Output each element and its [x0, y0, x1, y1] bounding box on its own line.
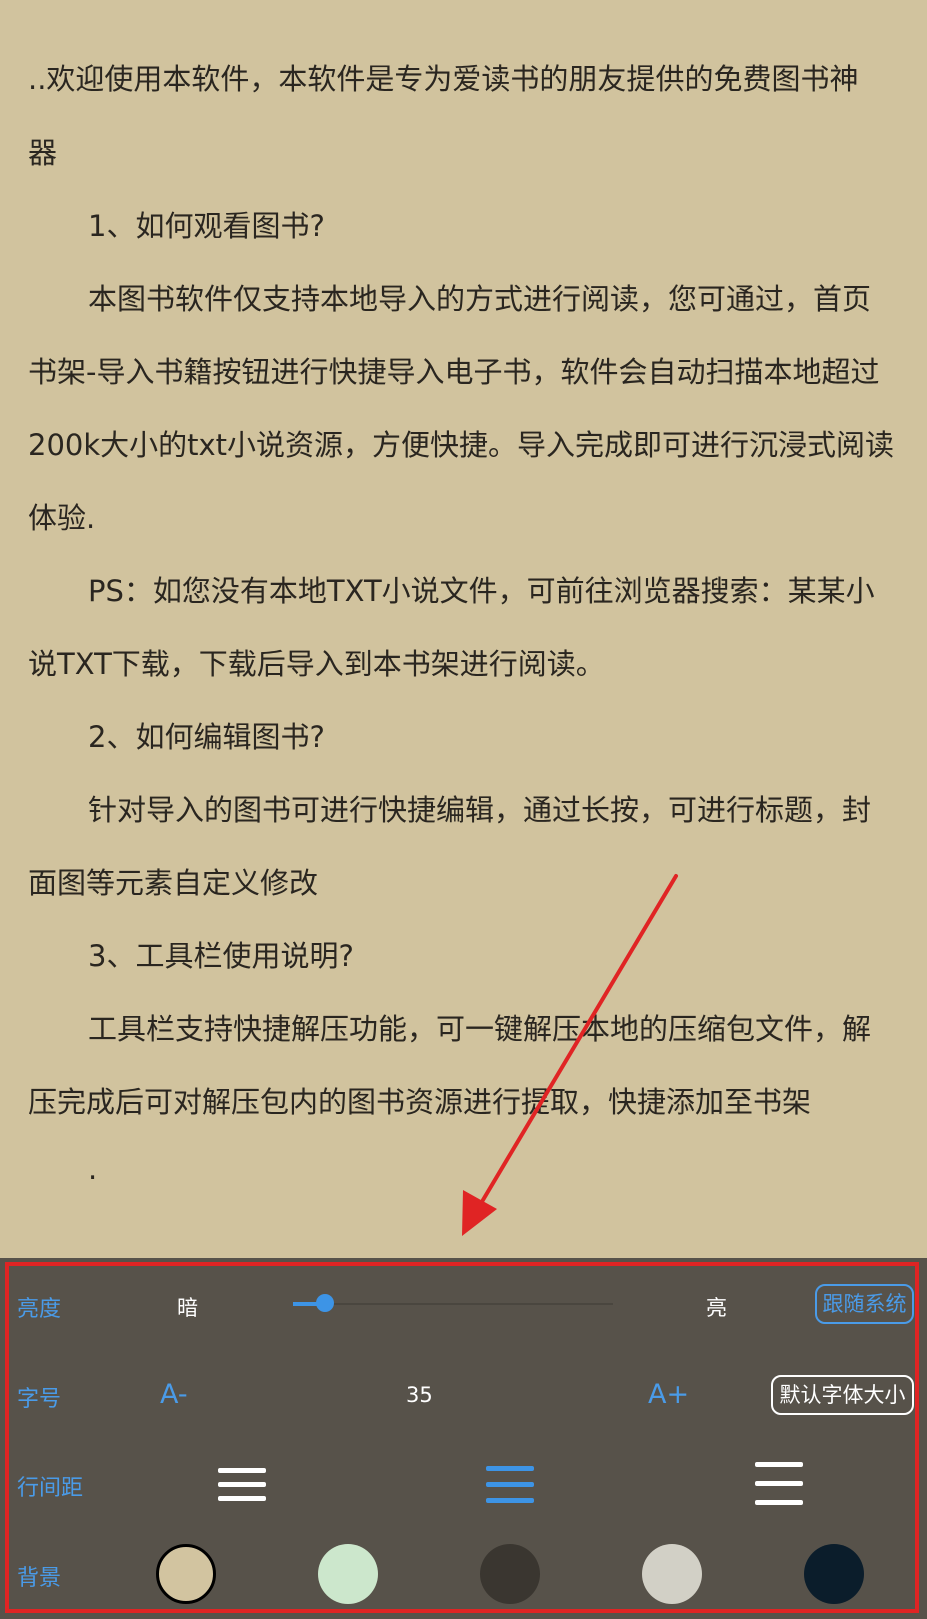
background-swatch-dark[interactable]	[480, 1544, 540, 1604]
paragraph-line: .	[88, 1152, 98, 1186]
line-spacing-medium-icon[interactable]	[486, 1466, 534, 1512]
line-spacing-compact-icon[interactable]	[218, 1468, 266, 1510]
paragraph-line: PS：如您没有本地TXT小说文件，可前往浏览器搜索：某某小	[88, 574, 875, 608]
section-heading: 1、如何观看图书?	[88, 209, 325, 243]
brightness-label: 亮度	[17, 1297, 62, 1322]
section-heading: 2、如何编辑图书?	[88, 720, 325, 754]
background-swatch-green[interactable]	[318, 1544, 378, 1604]
paragraph-line: ..欢迎使用本软件，本软件是专为爱读书的朋友提供的免费图书神	[28, 62, 859, 96]
paragraph-line: 面图等元素自定义修改	[28, 866, 319, 900]
paragraph-line: 200k大小的txt小说资源，方便快捷。导入完成即可进行沉浸式阅读	[28, 428, 895, 462]
brightness-slider[interactable]	[293, 1303, 613, 1305]
default-font-size-button[interactable]: 默认字体大小	[771, 1375, 914, 1415]
reader-page[interactable]: ..欢迎使用本软件，本软件是专为爱读书的朋友提供的免费图书神 器 1、如何观看图…	[0, 0, 927, 1258]
paragraph-line: 本图书软件仅支持本地导入的方式进行阅读，您可通过，首页	[88, 282, 872, 316]
paragraph-line: 压完成后可对解压包内的图书资源进行提取，快捷添加至书架	[28, 1085, 812, 1119]
paragraph-line: 工具栏支持快捷解压功能，可一键解压本地的压缩包文件，解	[88, 1012, 872, 1046]
section-heading: 3、工具栏使用说明?	[88, 939, 354, 973]
background-swatch-beige[interactable]	[156, 1544, 216, 1604]
font-decrease-button[interactable]: A-	[160, 1379, 188, 1410]
background-swatch-gray[interactable]	[642, 1544, 702, 1604]
background-swatch-navy[interactable]	[804, 1544, 864, 1604]
font-size-label: 字号	[17, 1387, 62, 1412]
paragraph-line: 器	[28, 136, 58, 170]
line-spacing-loose-icon[interactable]	[755, 1462, 803, 1514]
font-increase-button[interactable]: A+	[648, 1379, 689, 1410]
paragraph-line: 体验.	[28, 501, 96, 535]
follow-system-button[interactable]: 跟随系统	[815, 1284, 914, 1324]
reading-settings-panel	[0, 1258, 927, 1619]
font-size-value: 35	[406, 1383, 433, 1407]
line-spacing-label: 行间距	[17, 1476, 84, 1501]
background-label: 背景	[17, 1566, 62, 1591]
paragraph-line: 说TXT下载，下载后导入到本书架进行阅读。	[28, 647, 605, 681]
paragraph-line: 书架-导入书籍按钮进行快捷导入电子书，软件会自动扫描本地超过	[28, 355, 880, 389]
paragraph-line: 针对导入的图书可进行快捷编辑，通过长按，可进行标题，封	[88, 793, 872, 827]
brightness-bright-label: 亮	[706, 1296, 727, 1320]
brightness-dark-label: 暗	[177, 1296, 198, 1320]
brightness-slider-thumb[interactable]	[316, 1294, 334, 1312]
